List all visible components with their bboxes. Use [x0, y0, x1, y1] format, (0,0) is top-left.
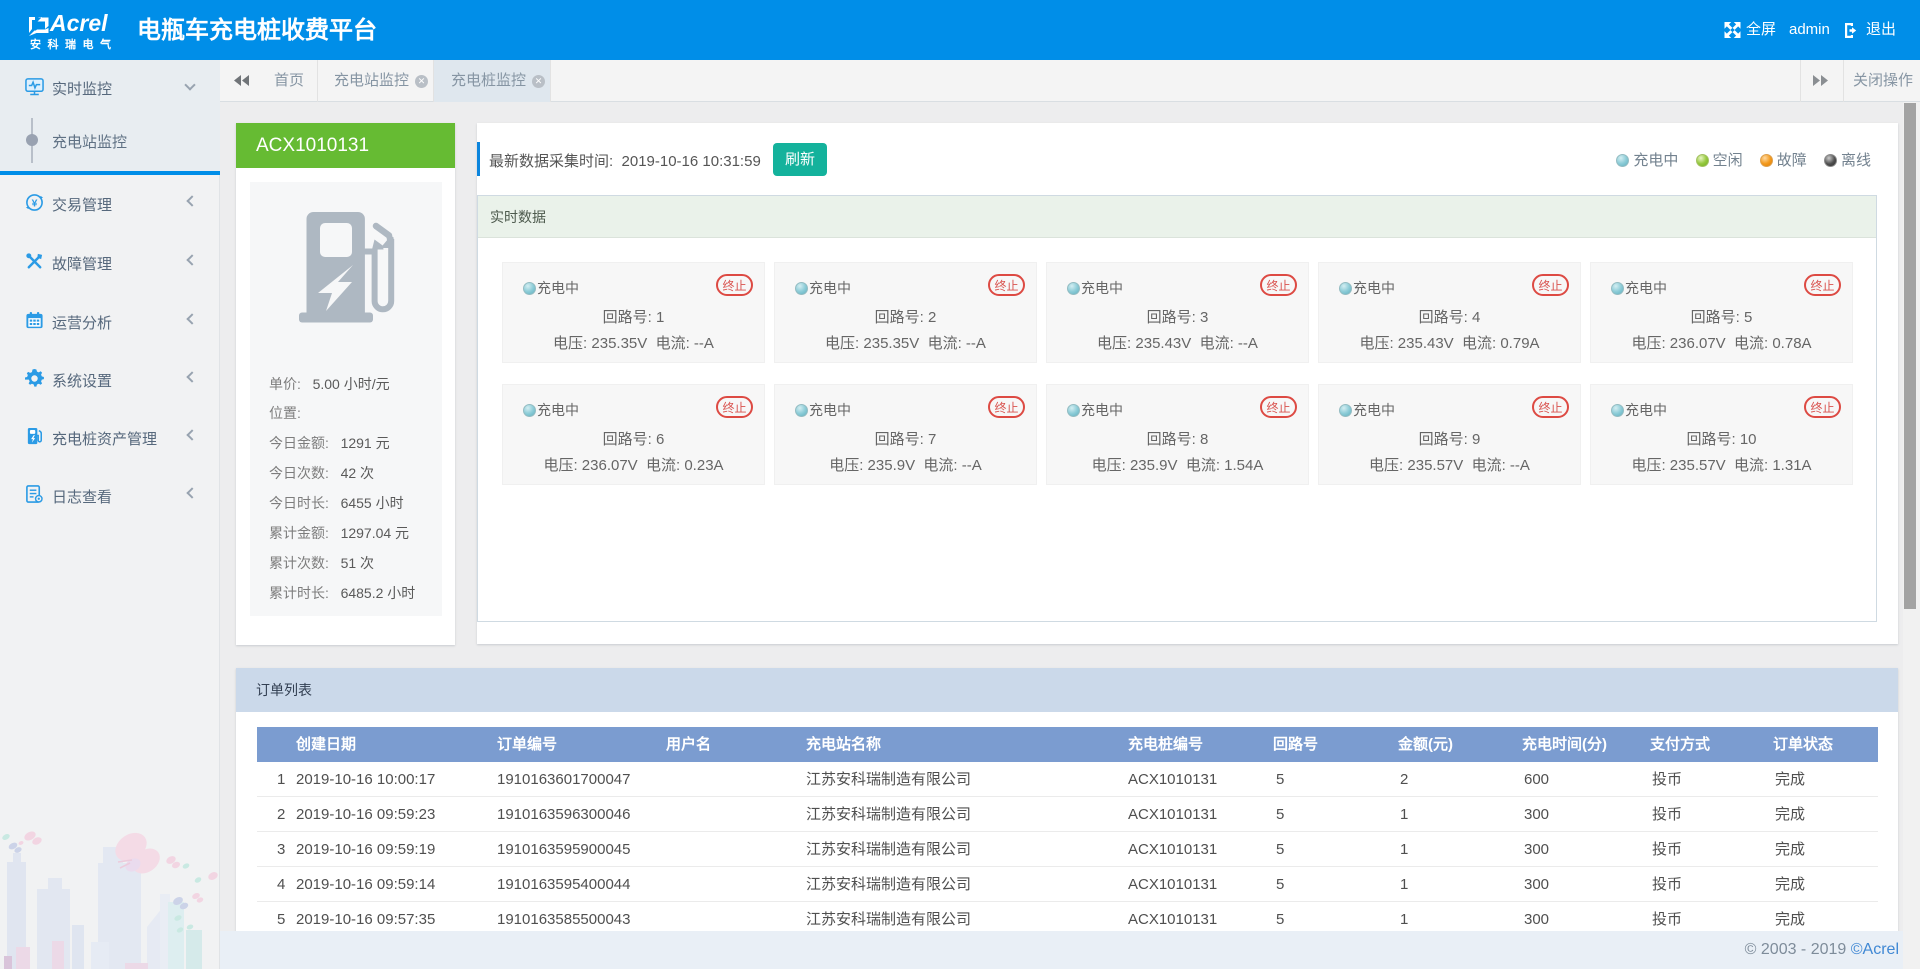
svg-text:¥: ¥ — [32, 198, 38, 209]
